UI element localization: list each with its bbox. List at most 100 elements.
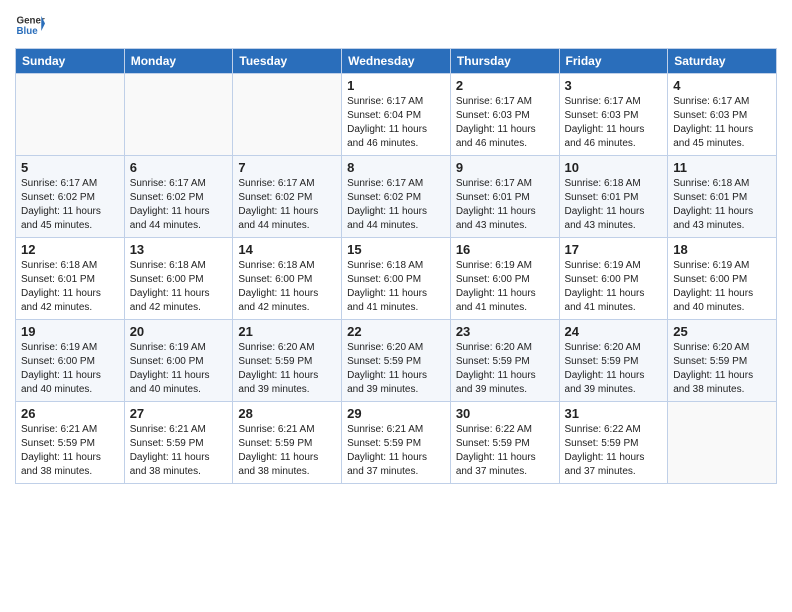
day-number: 7 [238,160,336,175]
day-number: 18 [673,242,771,257]
day-info: Sunrise: 6:21 AM Sunset: 5:59 PM Dayligh… [130,423,228,479]
day-number: 9 [456,160,554,175]
day-number: 28 [238,406,336,421]
weekday-header-wednesday: Wednesday [342,49,451,74]
day-info: Sunrise: 6:18 AM Sunset: 6:01 PM Dayligh… [565,177,663,233]
calendar-cell: 7 Sunrise: 6:17 AM Sunset: 6:02 PM Daylig… [233,156,342,238]
day-number: 24 [565,324,663,339]
calendar-cell: 23 Sunrise: 6:20 AM Sunset: 5:59 PM Dayli… [450,320,559,402]
day-info: Sunrise: 6:21 AM Sunset: 5:59 PM Dayligh… [21,423,119,479]
calendar-cell: 11 Sunrise: 6:18 AM Sunset: 6:01 PM Dayli… [668,156,777,238]
calendar-cell: 15 Sunrise: 6:18 AM Sunset: 6:00 PM Dayli… [342,238,451,320]
calendar-cell: 1 Sunrise: 6:17 AM Sunset: 6:04 PM Daylig… [342,74,451,156]
day-number: 6 [130,160,228,175]
calendar-cell: 9 Sunrise: 6:17 AM Sunset: 6:01 PM Daylig… [450,156,559,238]
day-number: 22 [347,324,445,339]
day-number: 17 [565,242,663,257]
day-info: Sunrise: 6:17 AM Sunset: 6:03 PM Dayligh… [673,95,771,151]
day-info: Sunrise: 6:17 AM Sunset: 6:02 PM Dayligh… [21,177,119,233]
header: General Blue [15,10,777,40]
day-info: Sunrise: 6:21 AM Sunset: 5:59 PM Dayligh… [238,423,336,479]
calendar-cell: 4Sunrise: 6:17 AM Sunset: 6:03 PM Daylig… [668,74,777,156]
day-info: Sunrise: 6:19 AM Sunset: 6:00 PM Dayligh… [21,341,119,397]
day-info: Sunrise: 6:18 AM Sunset: 6:00 PM Dayligh… [347,259,445,315]
weekday-header-thursday: Thursday [450,49,559,74]
day-number: 16 [456,242,554,257]
calendar-cell: 22Sunrise: 6:20 AM Sunset: 5:59 PM Dayli… [342,320,451,402]
calendar-cell [124,74,233,156]
day-info: Sunrise: 6:21 AM Sunset: 5:59 PM Dayligh… [347,423,445,479]
calendar-cell: 17 Sunrise: 6:19 AM Sunset: 6:00 PM Dayli… [559,238,668,320]
day-info: Sunrise: 6:17 AM Sunset: 6:03 PM Dayligh… [565,95,663,151]
day-number: 1 [347,78,445,93]
day-number: 19 [21,324,119,339]
calendar-cell: 12Sunrise: 6:18 AM Sunset: 6:01 PM Dayli… [16,238,125,320]
calendar-cell: 19 Sunrise: 6:19 AM Sunset: 6:00 PM Dayli… [16,320,125,402]
day-info: Sunrise: 6:17 AM Sunset: 6:02 PM Dayligh… [347,177,445,233]
weekday-header-sunday: Sunday [16,49,125,74]
day-number: 21 [238,324,336,339]
day-number: 23 [456,324,554,339]
calendar-cell: 30Sunrise: 6:22 AM Sunset: 5:59 PM Dayli… [450,402,559,484]
calendar-cell: 16 Sunrise: 6:19 AM Sunset: 6:00 PM Dayli… [450,238,559,320]
day-info: Sunrise: 6:20 AM Sunset: 5:59 PM Dayligh… [673,341,771,397]
logo: General Blue [15,10,45,40]
day-number: 8 [347,160,445,175]
day-number: 29 [347,406,445,421]
calendar-cell: 8 Sunrise: 6:17 AM Sunset: 6:02 PM Daylig… [342,156,451,238]
calendar-cell: 5 Sunrise: 6:17 AM Sunset: 6:02 PM Daylig… [16,156,125,238]
day-info: Sunrise: 6:17 AM Sunset: 6:03 PM Dayligh… [456,95,554,151]
day-number: 10 [565,160,663,175]
weekday-header-friday: Friday [559,49,668,74]
calendar-cell: 18Sunrise: 6:19 AM Sunset: 6:00 PM Dayli… [668,238,777,320]
calendar-cell: 27 Sunrise: 6:21 AM Sunset: 5:59 PM Dayli… [124,402,233,484]
day-number: 11 [673,160,771,175]
day-number: 5 [21,160,119,175]
day-number: 20 [130,324,228,339]
calendar-cell: 25 Sunrise: 6:20 AM Sunset: 5:59 PM Dayli… [668,320,777,402]
calendar-cell: 2 Sunrise: 6:17 AM Sunset: 6:03 PM Daylig… [450,74,559,156]
day-number: 2 [456,78,554,93]
day-info: Sunrise: 6:17 AM Sunset: 6:04 PM Dayligh… [347,95,445,151]
day-number: 15 [347,242,445,257]
day-info: Sunrise: 6:20 AM Sunset: 5:59 PM Dayligh… [238,341,336,397]
calendar-cell: 24Sunrise: 6:20 AM Sunset: 5:59 PM Dayli… [559,320,668,402]
calendar-cell: 3 Sunrise: 6:17 AM Sunset: 6:03 PM Daylig… [559,74,668,156]
svg-text:General: General [17,16,46,27]
day-number: 12 [21,242,119,257]
day-info: Sunrise: 6:19 AM Sunset: 6:00 PM Dayligh… [565,259,663,315]
calendar-cell: 13Sunrise: 6:18 AM Sunset: 6:00 PM Dayli… [124,238,233,320]
day-info: Sunrise: 6:17 AM Sunset: 6:02 PM Dayligh… [130,177,228,233]
day-number: 26 [21,406,119,421]
calendar-week-row: 19 Sunrise: 6:19 AM Sunset: 6:00 PM Dayli… [16,320,777,402]
calendar-week-row: 26 Sunrise: 6:21 AM Sunset: 5:59 PM Dayli… [16,402,777,484]
day-info: Sunrise: 6:17 AM Sunset: 6:01 PM Dayligh… [456,177,554,233]
calendar-cell: 29 Sunrise: 6:21 AM Sunset: 5:59 PM Dayli… [342,402,451,484]
page: General Blue SundayMondayTuesdayWednesda… [0,0,792,612]
svg-text:Blue: Blue [17,26,39,37]
calendar-week-row: 1 Sunrise: 6:17 AM Sunset: 6:04 PM Daylig… [16,74,777,156]
day-number: 3 [565,78,663,93]
day-number: 14 [238,242,336,257]
calendar-cell: 28 Sunrise: 6:21 AM Sunset: 5:59 PM Dayli… [233,402,342,484]
day-number: 25 [673,324,771,339]
day-info: Sunrise: 6:19 AM Sunset: 6:00 PM Dayligh… [456,259,554,315]
day-number: 27 [130,406,228,421]
day-info: Sunrise: 6:18 AM Sunset: 6:01 PM Dayligh… [673,177,771,233]
calendar-cell: 20Sunrise: 6:19 AM Sunset: 6:00 PM Dayli… [124,320,233,402]
calendar-week-row: 12Sunrise: 6:18 AM Sunset: 6:01 PM Dayli… [16,238,777,320]
day-number: 31 [565,406,663,421]
weekday-header-monday: Monday [124,49,233,74]
weekday-header-saturday: Saturday [668,49,777,74]
day-info: Sunrise: 6:22 AM Sunset: 5:59 PM Dayligh… [565,423,663,479]
calendar-cell [16,74,125,156]
day-info: Sunrise: 6:22 AM Sunset: 5:59 PM Dayligh… [456,423,554,479]
calendar-cell: 6 Sunrise: 6:17 AM Sunset: 6:02 PM Daylig… [124,156,233,238]
weekday-header-row: SundayMondayTuesdayWednesdayThursdayFrid… [16,49,777,74]
day-info: Sunrise: 6:17 AM Sunset: 6:02 PM Dayligh… [238,177,336,233]
day-info: Sunrise: 6:20 AM Sunset: 5:59 PM Dayligh… [456,341,554,397]
weekday-header-tuesday: Tuesday [233,49,342,74]
calendar-table: SundayMondayTuesdayWednesdayThursdayFrid… [15,48,777,484]
calendar-cell: 14Sunrise: 6:18 AM Sunset: 6:00 PM Dayli… [233,238,342,320]
day-number: 13 [130,242,228,257]
